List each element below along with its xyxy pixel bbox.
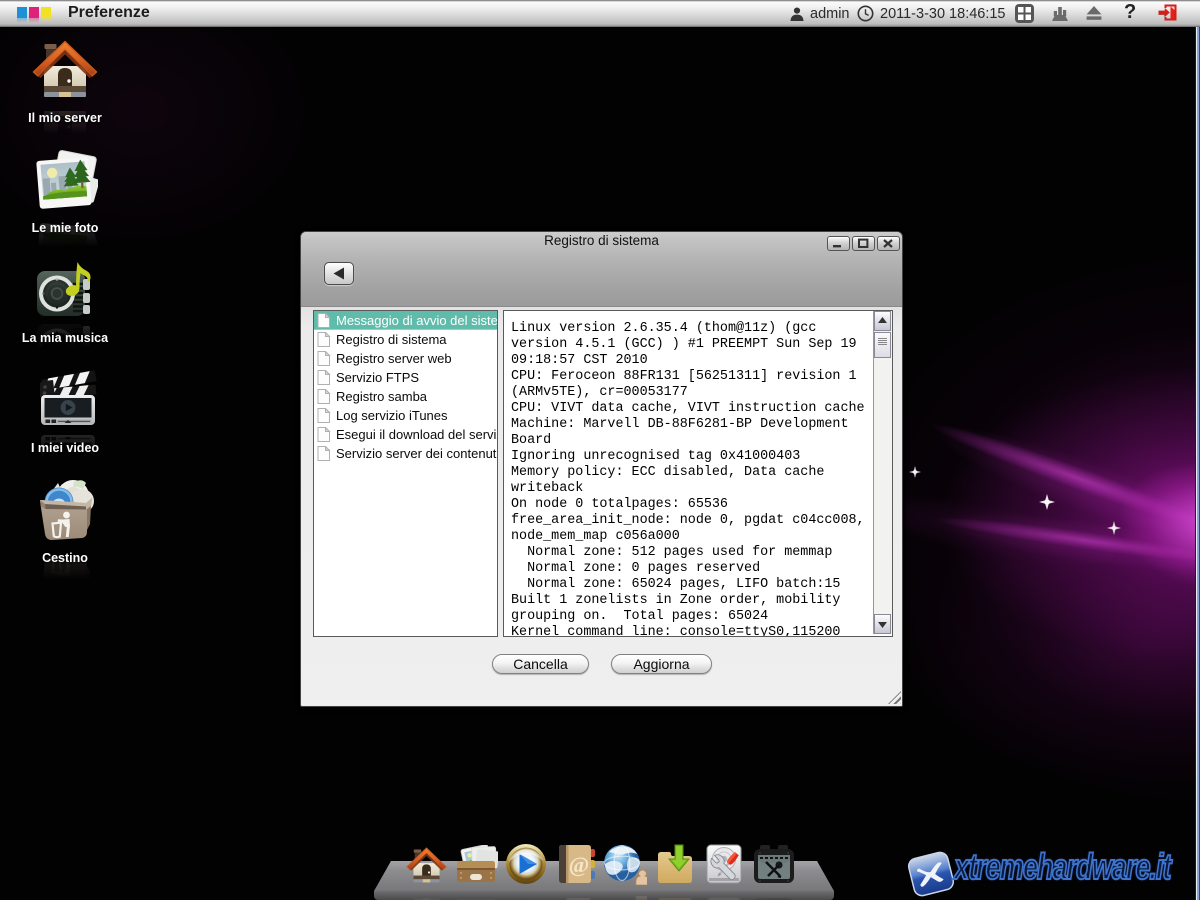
svg-text:@: @	[569, 852, 589, 877]
